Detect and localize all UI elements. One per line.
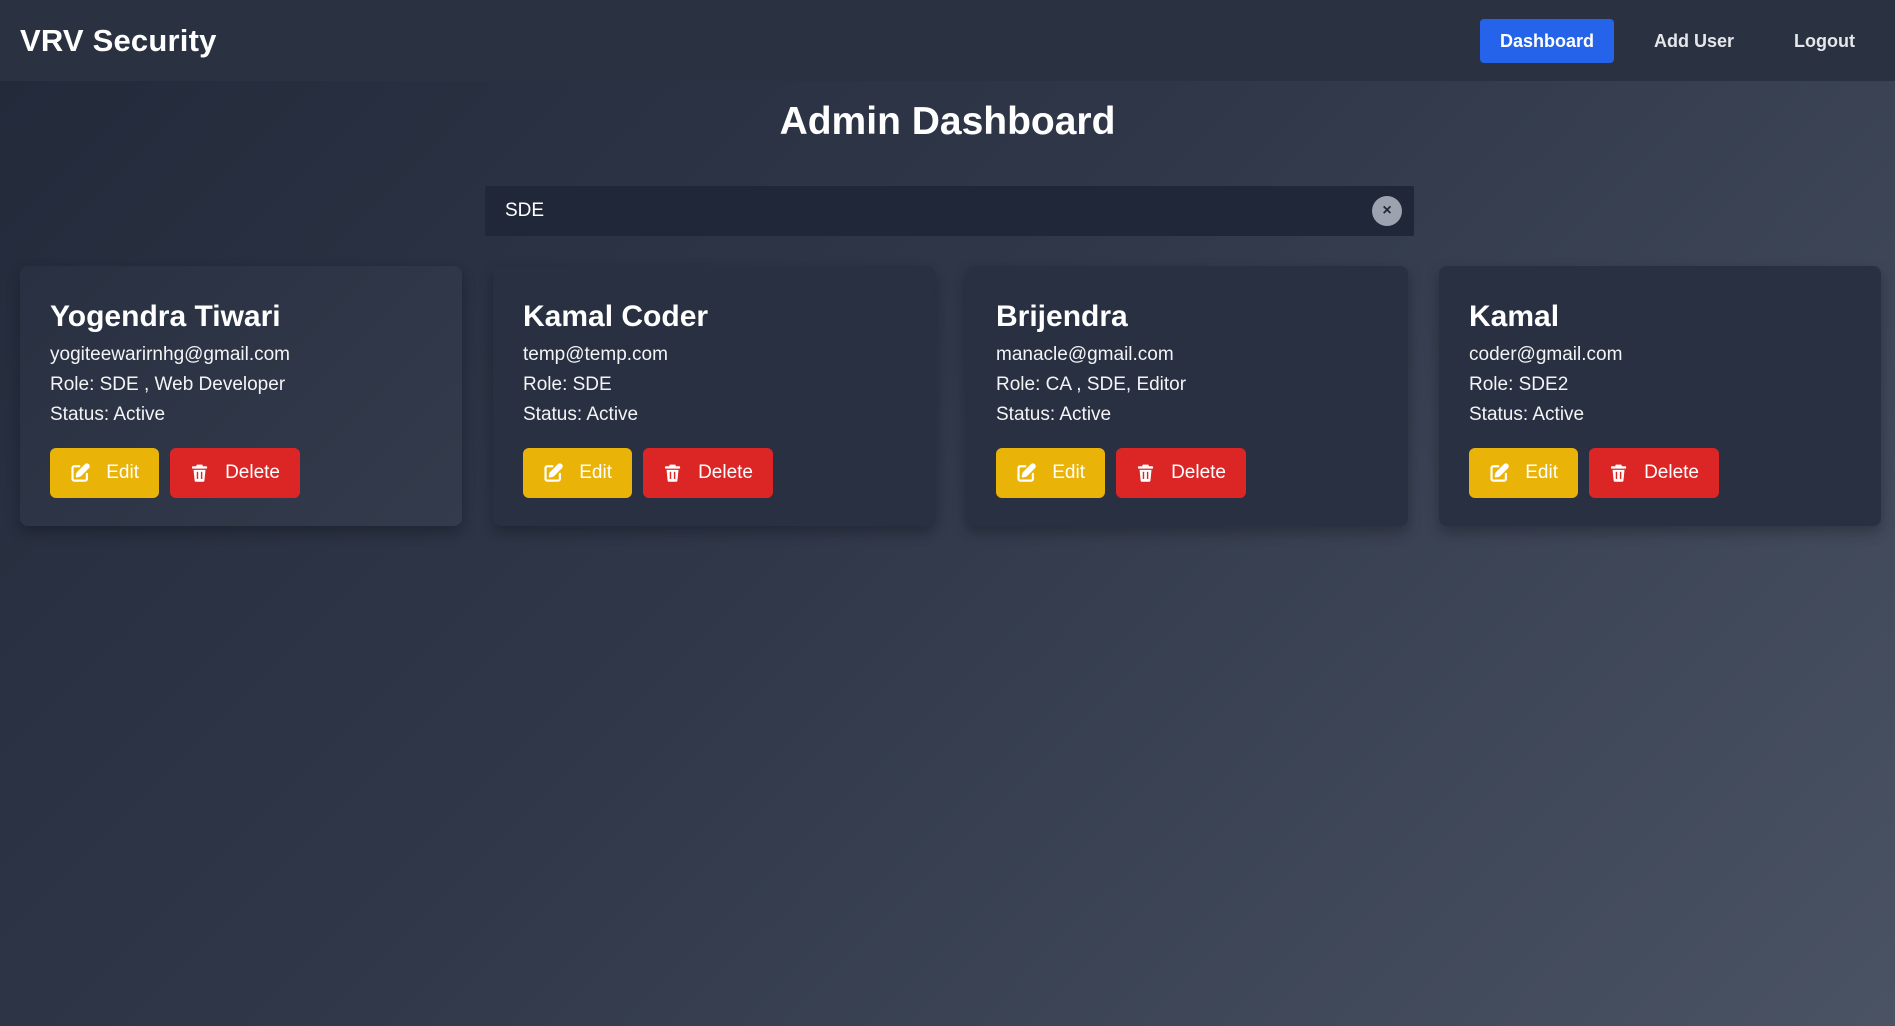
user-status: Status: Active [50, 404, 166, 425]
trash-icon [191, 464, 208, 482]
user-card: Kamal coder@gmail.com Role: SDE2 Status:… [1439, 266, 1881, 526]
user-role: Role: SDE2 [1469, 374, 1569, 395]
user-role: Role: SDE [523, 374, 612, 395]
nav-dashboard-button[interactable]: Dashboard [1479, 18, 1614, 63]
user-role: Role: SDE , Web Developer [50, 374, 286, 395]
card-actions: Edit Delete [523, 448, 905, 498]
delete-label: Delete [1644, 462, 1699, 483]
user-status: Status: Active [523, 404, 639, 425]
navbar: VRV Security Dashboard Add User Logout [0, 0, 1895, 81]
trash-icon [1610, 464, 1627, 482]
edit-label: Edit [579, 462, 612, 483]
user-card: Kamal Coder temp@temp.com Role: SDE Stat… [493, 266, 935, 526]
trash-icon [1137, 464, 1154, 482]
delete-button[interactable]: Delete [1116, 448, 1246, 498]
nav-logout-link[interactable]: Logout [1774, 19, 1875, 63]
edit-label: Edit [1052, 462, 1085, 483]
delete-label: Delete [225, 462, 280, 483]
card-actions: Edit Delete [1469, 448, 1851, 498]
edit-button[interactable]: Edit [1469, 448, 1578, 498]
search-bar: × [485, 186, 1414, 236]
user-name: Yogendra Tiwari [50, 300, 281, 333]
nav-add-user-link[interactable]: Add User [1634, 19, 1754, 63]
user-name: Brijendra [996, 300, 1128, 333]
trash-icon [664, 464, 681, 482]
delete-button[interactable]: Delete [643, 448, 773, 498]
edit-button[interactable]: Edit [996, 448, 1105, 498]
edit-label: Edit [106, 462, 139, 483]
edit-icon [71, 463, 90, 482]
delete-button[interactable]: Delete [170, 448, 300, 498]
user-status: Status: Active [1469, 404, 1585, 425]
edit-button[interactable]: Edit [50, 448, 159, 498]
user-status: Status: Active [996, 404, 1112, 425]
edit-icon [544, 463, 563, 482]
edit-label: Edit [1525, 462, 1558, 483]
user-email: manacle@gmail.com [996, 344, 1174, 365]
user-cards: Yogendra Tiwari yogiteewarirnhg@gmail.co… [20, 266, 1881, 526]
user-email: temp@temp.com [523, 344, 668, 365]
card-actions: Edit Delete [50, 448, 432, 498]
page-title: Admin Dashboard [779, 100, 1116, 143]
user-email: coder@gmail.com [1469, 344, 1623, 365]
user-email: yogiteewarirnhg@gmail.com [50, 344, 290, 365]
edit-icon [1017, 463, 1036, 482]
delete-label: Delete [1171, 462, 1226, 483]
user-name: Kamal Coder [523, 300, 709, 333]
delete-button[interactable]: Delete [1589, 448, 1719, 498]
user-card: Brijendra manacle@gmail.com Role: CA , S… [966, 266, 1408, 526]
user-name: Kamal [1469, 300, 1560, 333]
user-card: Yogendra Tiwari yogiteewarirnhg@gmail.co… [20, 266, 462, 526]
edit-button[interactable]: Edit [523, 448, 632, 498]
brand-logo[interactable]: VRV Security [20, 23, 217, 59]
delete-label: Delete [698, 462, 753, 483]
edit-icon [1490, 463, 1509, 482]
nav-links: Dashboard Add User Logout [1460, 18, 1875, 63]
user-role: Role: CA , SDE, Editor [996, 374, 1187, 395]
clear-search-button[interactable]: × [1372, 196, 1402, 226]
search-input[interactable] [485, 186, 1414, 236]
card-actions: Edit Delete [996, 448, 1378, 498]
